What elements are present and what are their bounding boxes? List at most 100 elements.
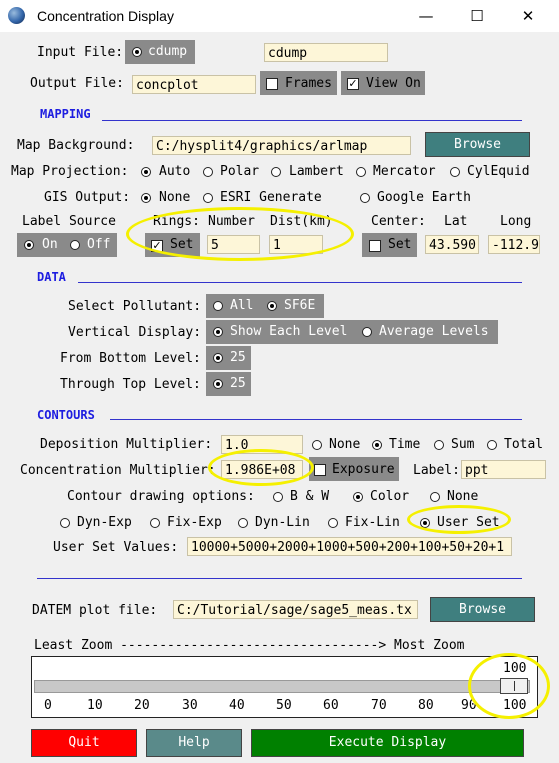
gis-none-label: None <box>159 190 191 205</box>
contours-rule <box>110 419 522 420</box>
label-on-label: On <box>42 237 58 252</box>
zoom-tick-40: 40 <box>229 698 245 713</box>
contour-dyn-lin-radio[interactable] <box>238 518 248 528</box>
deposition-multiplier-field[interactable]: 1.0 <box>221 435 303 454</box>
zoom-tick-60: 60 <box>323 698 339 713</box>
rings-set-checkbox[interactable]: ✓ <box>151 240 163 252</box>
center-set-checkbox[interactable] <box>369 240 381 252</box>
projection-lambert-radio[interactable] <box>271 167 281 177</box>
vertical-display-label: Vertical Display: <box>68 325 202 340</box>
deposition-none-radio[interactable] <box>312 440 322 450</box>
view-on-label: View On <box>366 76 421 91</box>
execute-display-button[interactable]: Execute Display <box>251 729 524 757</box>
gis-esri-label: ESRI Generate <box>220 190 322 205</box>
deposition-sum-radio[interactable] <box>434 440 444 450</box>
vertical-average-radio[interactable] <box>362 327 372 337</box>
datem-file-field[interactable]: C:/Tutorial/sage/sage5_meas.tx <box>173 600 418 619</box>
drawing-bw-label: B & W <box>290 489 330 504</box>
zoom-slider-handle[interactable] <box>500 678 528 694</box>
contour-label-field[interactable]: ppt <box>461 460 546 479</box>
label-off-radio[interactable] <box>70 240 80 250</box>
rings-dist-field[interactable]: 1 <box>269 235 323 254</box>
projection-polar-radio[interactable] <box>203 167 213 177</box>
projection-mercator-label: Mercator <box>373 164 436 179</box>
quit-button[interactable]: Quit <box>31 729 137 757</box>
zoom-tick-70: 70 <box>371 698 387 713</box>
close-button[interactable]: ✕ <box>505 0 551 32</box>
vertical-each-radio[interactable] <box>213 327 223 337</box>
rings-dist-label: Dist(km) <box>270 214 333 229</box>
center-long-label: Long <box>500 214 532 229</box>
contour-fix-lin-radio[interactable] <box>328 518 338 528</box>
drawing-none-radio[interactable] <box>430 492 440 502</box>
contour-fix-exp-radio[interactable] <box>150 518 160 528</box>
output-file-field[interactable]: concplot <box>132 75 256 94</box>
bottom-level-radio[interactable] <box>213 353 223 363</box>
top-level-label: Through Top Level: <box>60 377 201 392</box>
deposition-time-radio[interactable] <box>372 440 382 450</box>
contour-user-set-radio[interactable] <box>420 518 430 528</box>
drawing-bw-radio[interactable] <box>273 492 283 502</box>
mapping-rule <box>102 120 522 121</box>
frames-checkbox[interactable] <box>266 78 278 90</box>
top-level-value: 25 <box>230 376 246 391</box>
projection-auto-radio[interactable] <box>141 167 151 177</box>
frames-label: Frames <box>285 76 332 91</box>
maximize-button[interactable]: ☐ <box>454 0 500 32</box>
zoom-handle-grip <box>514 681 515 691</box>
drawing-color-radio[interactable] <box>353 492 363 502</box>
center-lat-label: Lat <box>444 214 468 229</box>
mapping-section-title: MAPPING <box>40 107 91 121</box>
deposition-time-label: Time <box>389 437 421 452</box>
top-level-radio[interactable] <box>213 379 223 389</box>
zoom-tick-80: 80 <box>418 698 434 713</box>
contours-section-title: CONTOURS <box>37 408 95 422</box>
pollutant-sf6e-radio[interactable] <box>267 301 277 311</box>
center-lat-field[interactable]: 43.590 <box>425 235 479 254</box>
datem-file-label: DATEM plot file: <box>32 603 158 618</box>
projection-mercator-radio[interactable] <box>356 167 366 177</box>
contour-drawing-label: Contour drawing options: <box>67 489 255 504</box>
help-button[interactable]: Help <box>146 729 242 757</box>
projection-cylequid-radio[interactable] <box>450 167 460 177</box>
concentration-multiplier-field[interactable]: 1.986E+08 <box>221 460 303 479</box>
view-on-checkbox[interactable]: ✓ <box>347 78 359 90</box>
gis-esri-radio[interactable] <box>203 193 213 203</box>
bottom-level-value: 25 <box>230 350 246 365</box>
user-set-values-field[interactable]: 10000+5000+2000+1000+500+200+100+50+20+1 <box>187 537 512 556</box>
projection-auto-label: Auto <box>159 164 191 179</box>
exposure-checkbox[interactable] <box>314 464 326 476</box>
datem-browse-button[interactable]: Browse <box>430 597 535 622</box>
rings-label: Rings: <box>153 214 200 229</box>
pollutant-all-radio[interactable] <box>213 301 223 311</box>
datem-rule <box>37 578 522 579</box>
center-long-field[interactable]: -112.9 <box>488 235 540 254</box>
map-background-field[interactable]: C:/hysplit4/graphics/arlmap <box>152 136 411 155</box>
pollutant-all-label: All <box>230 298 254 313</box>
deposition-total-label: Total <box>504 437 544 452</box>
user-set-values-label: User Set Values: <box>53 540 179 555</box>
vertical-each-label: Show Each Level <box>230 324 348 339</box>
deposition-none-label: None <box>329 437 361 452</box>
projection-lambert-label: Lambert <box>289 164 344 179</box>
rings-set-label: Set <box>170 237 194 252</box>
gis-output-label: GIS Output: <box>44 190 131 205</box>
label-on-radio[interactable] <box>24 240 34 250</box>
input-file-field[interactable]: cdump <box>264 43 388 62</box>
input-cdump-label: cdump <box>148 44 188 59</box>
deposition-total-radio[interactable] <box>487 440 497 450</box>
contour-dyn-exp-radio[interactable] <box>60 518 70 528</box>
gis-google-earth-radio[interactable] <box>360 193 370 203</box>
zoom-tick-100: 100 <box>503 698 527 713</box>
rings-number-field[interactable]: 5 <box>207 235 260 254</box>
label-source-label: Label Source <box>22 214 116 229</box>
contour-label-label: Label: <box>413 463 460 478</box>
minimize-button[interactable]: — <box>403 0 449 32</box>
input-cdump-radio[interactable] <box>132 47 142 57</box>
gis-none-radio[interactable] <box>141 193 151 203</box>
contour-user-set-label: User Set <box>437 515 500 530</box>
zoom-tick-0: 0 <box>44 698 52 713</box>
zoom-tick-20: 20 <box>134 698 150 713</box>
zoom-tick-90: 90 <box>461 698 477 713</box>
map-browse-button[interactable]: Browse <box>425 132 530 157</box>
